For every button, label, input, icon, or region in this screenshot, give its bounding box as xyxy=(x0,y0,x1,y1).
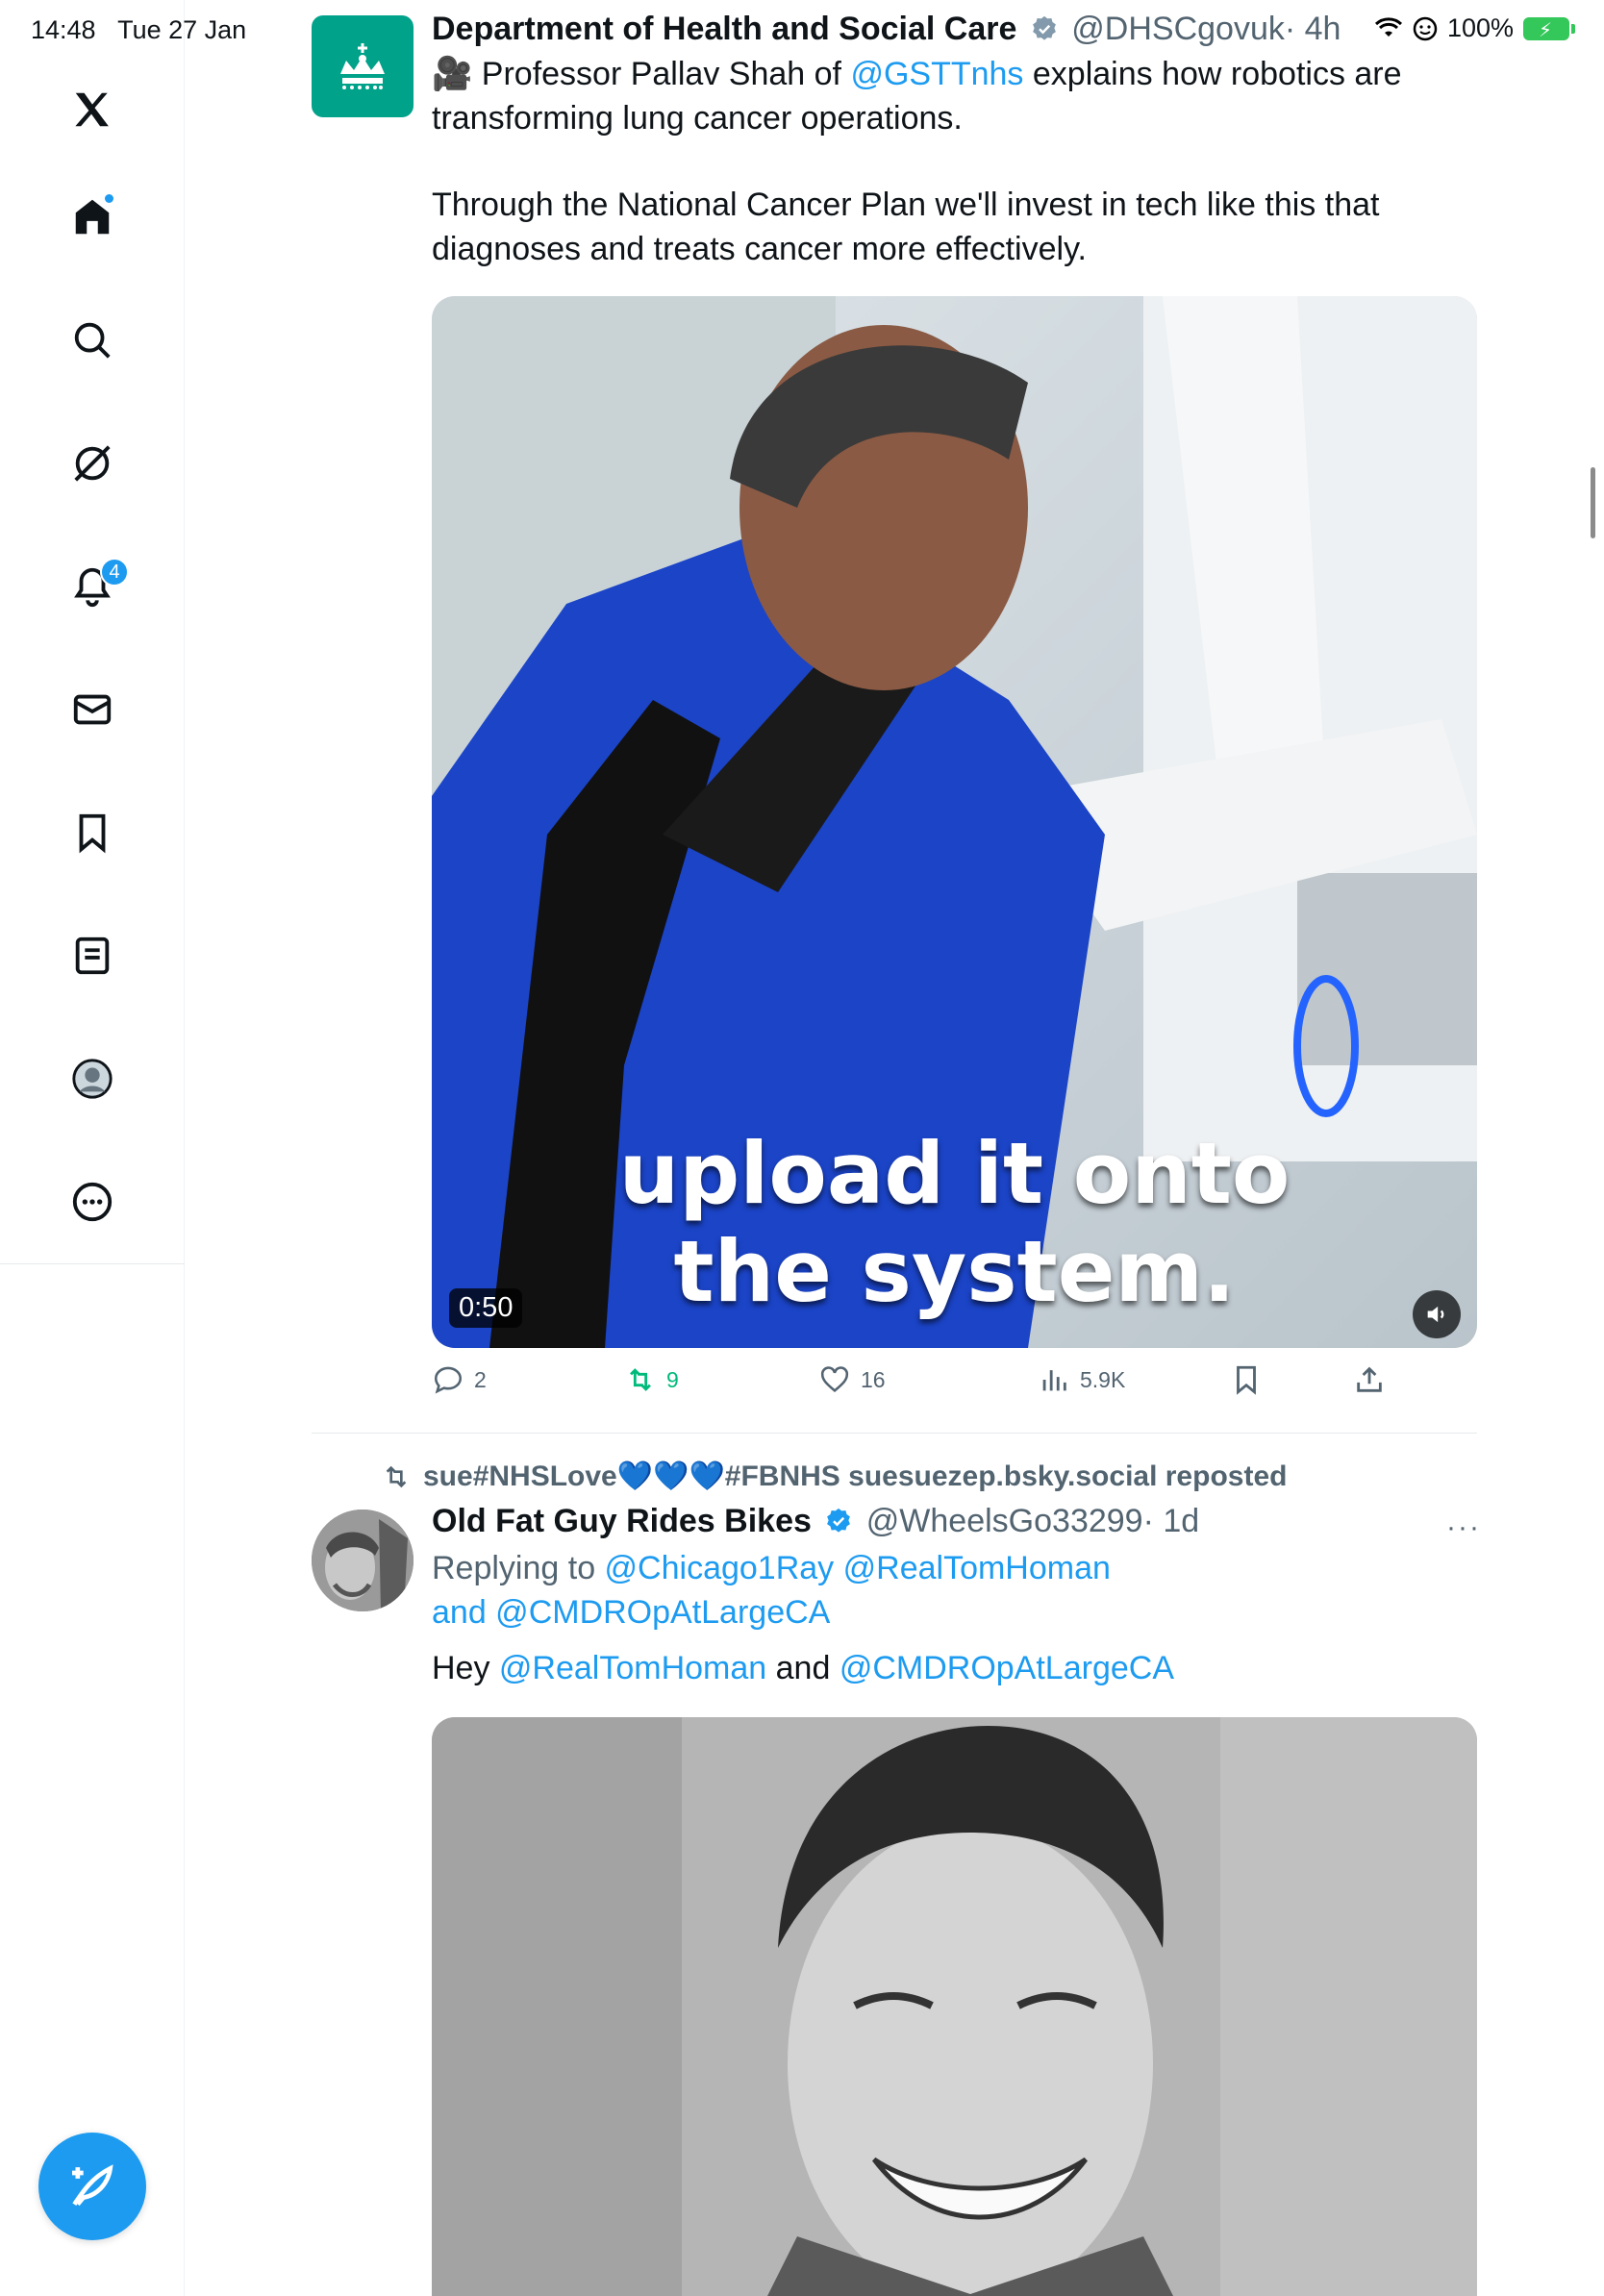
lists-icon[interactable] xyxy=(62,925,123,986)
notifications-icon[interactable]: 4 xyxy=(62,556,129,617)
battery-percent: 100% xyxy=(1446,13,1514,42)
bookmark-icon xyxy=(1237,1365,1256,1395)
speaker-muted-icon xyxy=(1427,1306,1444,1323)
scroll-indicator[interactable] xyxy=(1591,467,1595,538)
repost-icon xyxy=(386,1465,407,1487)
author-name[interactable]: Old Fat Guy Rides Bikes xyxy=(432,1503,812,1539)
share-button[interactable] xyxy=(1353,1363,1386,1396)
bookmark-button[interactable] xyxy=(1230,1363,1263,1396)
bookmarks-icon[interactable] xyxy=(62,802,123,863)
repost-icon xyxy=(630,1368,651,1391)
share-icon xyxy=(1357,1366,1382,1392)
battery-icon: ⚡ xyxy=(1523,16,1575,41)
more-icon[interactable] xyxy=(62,1171,123,1233)
focus-smiley-icon xyxy=(1413,16,1438,40)
video-caption: upload it onto the system. xyxy=(618,1124,1291,1321)
tweet-text: 🎥 Professor Pallav Shah of @GSTTnhs expl… xyxy=(432,56,1411,137)
home-icon[interactable] xyxy=(62,187,123,248)
home-unread-dot xyxy=(105,194,113,203)
compose-feather-icon xyxy=(72,2164,113,2207)
tweet-actions: 2 9 16 5.9K xyxy=(432,1363,1477,1411)
tweet-header: Old Fat Guy Rides Bikes @WheelsGo33299· … xyxy=(432,1500,1477,1542)
tweet-video[interactable]: upload it onto the system. 0:50 xyxy=(432,296,1477,1348)
author-handle[interactable]: @WheelsGo33299 xyxy=(866,1503,1143,1539)
profile-icon[interactable] xyxy=(62,1048,123,1110)
status-time: 14:48 Tue 27 Jan xyxy=(31,15,247,44)
notifications-badge: 4 xyxy=(100,558,129,586)
mention-cmdropatlargeca[interactable]: @CMDROpAtLargeCA xyxy=(840,1650,1174,1686)
sidebar: 4 xyxy=(0,0,185,2296)
tweet-separator xyxy=(312,1433,1477,1434)
replying-to: Replying to @Chicago1Ray @RealTomHoman a… xyxy=(432,1550,1120,1631)
messages-icon[interactable] xyxy=(62,679,123,740)
status-right: 100% ⚡ xyxy=(1374,13,1575,43)
video-duration: 0:50 xyxy=(449,1288,523,1328)
tweet-time: · 1d xyxy=(1142,1503,1200,1539)
tweet-gif[interactable] xyxy=(432,1717,1477,2296)
x-logo-icon[interactable] xyxy=(62,79,123,140)
mention-gsttnhs[interactable]: @GSTTnhs xyxy=(850,56,1023,92)
avatar-photo xyxy=(312,1510,414,1611)
reposted-by[interactable]: sue#NHSLove💙💙💙#FBNHS suesuezep.bsky.soci… xyxy=(381,1460,1287,1493)
gif-frame xyxy=(432,1717,1477,2296)
verified-badge-icon xyxy=(827,1508,851,1533)
author-avatar[interactable] xyxy=(312,1510,414,1611)
compose-button[interactable] xyxy=(38,2133,146,2240)
reply-button[interactable]: 2 xyxy=(432,1363,487,1396)
views-button[interactable]: 5.9K xyxy=(1038,1363,1125,1396)
tweet-text-2: Through the National Cancer Plan we'll i… xyxy=(432,187,1389,267)
status-bar: 14:48 Tue 27 Jan 100% ⚡ xyxy=(0,0,1604,58)
mute-button[interactable] xyxy=(1413,1290,1461,1338)
reply-icon xyxy=(434,1366,463,1394)
more-options-button[interactable]: ··· xyxy=(1446,1511,1481,1544)
grok-icon[interactable] xyxy=(62,433,123,494)
like-button[interactable]: 16 xyxy=(818,1363,886,1396)
search-icon[interactable] xyxy=(62,310,123,371)
repost-button[interactable]: 9 xyxy=(624,1363,679,1396)
wifi-icon xyxy=(1374,16,1402,37)
heart-icon xyxy=(820,1366,849,1392)
mention-realtomhoman[interactable]: @RealTomHoman xyxy=(499,1650,766,1686)
sidebar-divider xyxy=(0,1263,185,1264)
views-bar-icon xyxy=(1042,1370,1066,1391)
tweet-text: Hey @RealTomHoman and @CMDROpAtLargeCA xyxy=(432,1650,1174,1686)
